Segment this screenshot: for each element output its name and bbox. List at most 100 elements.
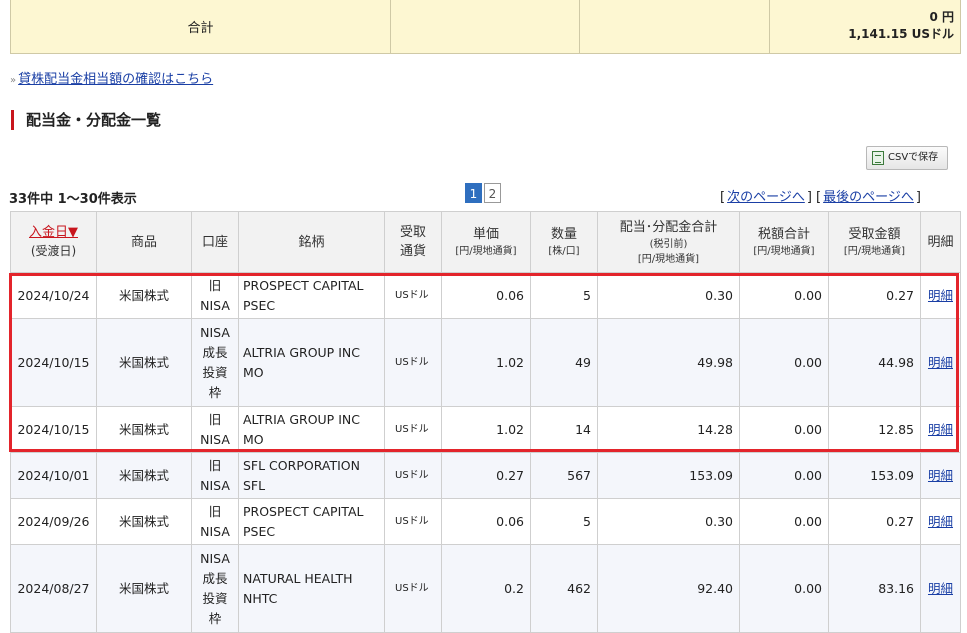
account-line: 投資: [202, 590, 228, 606]
table-row: 2024/10/01 米国株式旧 NISA SFL CORPORATION SFL USド…: [10, 452, 961, 499]
account-line: 旧: [208, 457, 222, 473]
cell-qty: 49: [530, 318, 598, 407]
account-line: NISA: [200, 324, 230, 340]
spreadsheet-icon: [872, 151, 884, 165]
summary-table: 合計 0 円 1,141.15 USドル: [10, 0, 961, 54]
account-line: NISA: [200, 477, 230, 493]
cell-qty: 567: [530, 452, 598, 499]
col-date[interactable]: 入金日▼ (受渡日): [10, 211, 97, 273]
detail-link[interactable]: 明細: [928, 468, 953, 483]
col-received: 受取金額 [円/現地通貨]: [828, 211, 921, 273]
cell-date: 2024/10/15: [10, 318, 97, 407]
last-page-link[interactable]: 最後のページへ: [823, 190, 914, 205]
detail-link[interactable]: 明細: [928, 355, 953, 370]
col-unit-sub: [円/現地通貨]: [455, 246, 517, 257]
cell-received: 44.98: [828, 318, 921, 407]
page-2-link[interactable]: 2: [484, 183, 501, 203]
csv-save-button[interactable]: CSVで保存: [866, 146, 948, 170]
csv-save-label: CSVで保存: [888, 152, 939, 163]
cell-tax: 0.00: [739, 498, 829, 545]
account-line: NISA: [200, 297, 230, 313]
col-unit-label: 単価: [472, 227, 499, 242]
col-tax-label: 税額合計: [757, 227, 810, 242]
cell-product: 米国株式: [96, 406, 192, 453]
cell-unit: 0.2: [441, 544, 531, 633]
cell-total: 0.30: [597, 498, 740, 545]
cell-detail: 明細: [920, 498, 961, 545]
cell-total: 153.09: [597, 452, 740, 499]
cell-detail: 明細: [920, 452, 961, 499]
cell-total: 92.40: [597, 544, 740, 633]
detail-link[interactable]: 明細: [928, 422, 953, 437]
cell-unit: 1.02: [441, 406, 531, 453]
account-line: 旧: [208, 503, 222, 519]
arrow-right-icon: »: [10, 75, 17, 86]
dividend-table: 入金日▼ (受渡日) 商品 口座 銘柄 受取通貨 単価 [円/現地通貨] 数量 [株/…: [10, 211, 961, 633]
cell-currency: USドル: [384, 544, 442, 633]
name-line: SFL CORPORATION: [243, 457, 360, 473]
cell-unit: 0.27: [441, 452, 531, 499]
cell-tax: 0.00: [739, 544, 829, 633]
name-line: NATURAL HEALTH: [243, 570, 353, 586]
cell-tax: 0.00: [739, 452, 829, 499]
account-line: NISA: [200, 550, 230, 566]
summary-amount-jpy: 0 円: [929, 10, 954, 24]
cell-date: 2024/08/27: [10, 544, 97, 633]
cell-currency: USドル: [384, 452, 442, 499]
cell-qty: 5: [530, 498, 598, 545]
cell-detail: 明細: [920, 406, 961, 453]
account-line: 成長: [202, 570, 228, 586]
cell-account: 旧 NISA: [191, 406, 239, 453]
col-product: 商品: [96, 211, 192, 273]
detail-link[interactable]: 明細: [928, 581, 953, 596]
summary-label: 合計: [10, 0, 391, 54]
col-tax-sub: [円/現地通貨]: [753, 246, 815, 257]
col-currency-label: 受取通貨: [399, 225, 426, 259]
col-total: 配当･分配金合計 (税引前) [円/現地通貨]: [597, 211, 740, 273]
table-row: 2024/10/15 米国株式旧 NISA ALTRIA GROUP INC MO USド…: [10, 406, 961, 453]
col-total-sub1: (税引前): [649, 238, 688, 250]
name-line: MO: [243, 431, 264, 447]
cell-unit: 0.06: [441, 272, 531, 319]
col-total-sub2: [円/現地通貨]: [637, 253, 700, 265]
table-row: 2024/10/24 米国株式旧 NISA PROSPECT CAPITAL PSEC U…: [10, 272, 961, 319]
summary-blank-2: [579, 0, 770, 54]
cell-received: 0.27: [828, 498, 921, 545]
cell-currency: USドル: [384, 406, 442, 453]
page-nav: [次のページへ] [最後のページへ]: [720, 190, 921, 205]
col-date-sub: (受渡日): [30, 244, 77, 258]
col-qty-label: 数量: [550, 227, 577, 242]
cell-qty: 14: [530, 406, 598, 453]
cell-currency: USドル: [384, 498, 442, 545]
cell-unit: 0.06: [441, 498, 531, 545]
detail-link[interactable]: 明細: [928, 514, 953, 529]
cell-unit: 1.02: [441, 318, 531, 407]
name-line: ALTRIA GROUP INC: [243, 344, 360, 360]
cell-tax: 0.00: [739, 406, 829, 453]
col-received-sub: [円/現地通貨]: [843, 246, 906, 257]
summary-amount-usd: 1,141.15 USドル: [848, 27, 954, 41]
sort-date-link[interactable]: 入金日▼: [29, 225, 78, 240]
cell-detail: 明細: [920, 272, 961, 319]
account-line: 投資: [202, 364, 228, 380]
next-page-link[interactable]: 次のページへ: [727, 190, 805, 205]
cell-account: 旧 NISA: [191, 272, 239, 319]
cell-account: NISA 成長 投資枠: [191, 318, 239, 407]
table-row: 2024/10/15 米国株式 NISA 成長 投資枠 ALTRIA GROUP INC M…: [10, 318, 961, 407]
cell-tax: 0.00: [739, 318, 829, 407]
summary-blank-1: [390, 0, 580, 54]
col-detail: 明細: [920, 211, 961, 273]
name-line: SFL: [243, 477, 266, 493]
cell-date: 2024/10/24: [10, 272, 97, 319]
lending-link-row: » 貸株配当金相当額の確認はこちら: [10, 68, 213, 87]
cell-total: 0.30: [597, 272, 740, 319]
cell-product: 米国株式: [96, 452, 192, 499]
detail-link[interactable]: 明細: [928, 288, 953, 303]
cell-received: 12.85: [828, 406, 921, 453]
lending-dividend-link[interactable]: 貸株配当金相当額の確認はこちら: [18, 72, 213, 87]
cell-received: 0.27: [828, 272, 921, 319]
col-qty: 数量 [株/口]: [530, 211, 598, 273]
cell-received: 83.16: [828, 544, 921, 633]
cell-currency: USドル: [384, 318, 442, 407]
account-line: 枠: [208, 610, 222, 626]
